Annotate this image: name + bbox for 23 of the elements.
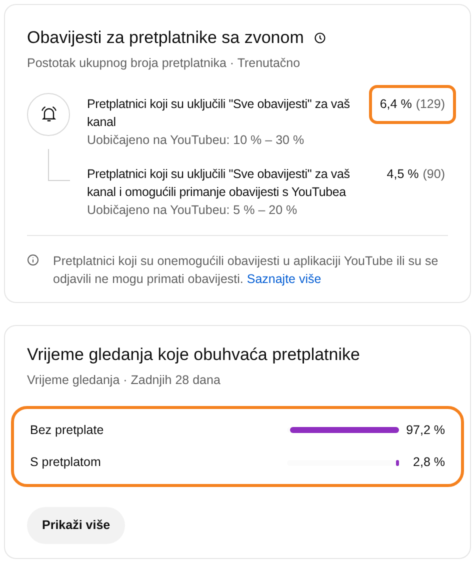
row-label: Pretplatnici koji su uključili "Sve obavijesti" za vaš kanal i omogućili primanje obavijesti s YouTubea	[87, 166, 351, 201]
percent-value: 4,5 %	[386, 166, 419, 183]
clock-icon	[314, 32, 326, 44]
card-title: Vrijeme gledanja koje obuhvaća pretplatnike	[27, 344, 361, 366]
percent-value: 2,8 %	[412, 454, 445, 472]
percent-value: 6,4 %	[380, 96, 412, 113]
card-subtitle: Vrijeme gledanja · Zadnjih 28 dana	[27, 372, 222, 389]
typical-range: Uobičajeno na YouTubeu: 5 % – 20 %	[87, 202, 298, 219]
row-label: Bez pretplate	[30, 422, 105, 439]
row-label: S pretplatom	[30, 454, 102, 472]
card-subtitle: Postotak ukupnog broja pretplatnika · Trenutačno	[27, 55, 302, 72]
row-label: Pretplatnici koji su uključili "Sve obavijesti" za vaš kanal	[87, 96, 351, 131]
info-icon	[27, 254, 39, 266]
info-text: Pretplatnici koji su onemogućili obavijesti u aplikaciji YouTube ili su se odjavili ne mogu primati obavijesti. Saznajte više	[53, 252, 440, 288]
learn-more-link[interactable]: Saznajte više	[246, 272, 322, 286]
count-value: (129)	[416, 96, 445, 113]
tree-connector	[48, 148, 70, 181]
typical-range: Uobičajeno na YouTubeu: 10 % – 30 %	[87, 132, 306, 149]
card-title: Obavijesti za pretplatnike sa zvonom	[27, 27, 304, 49]
show-more-button[interactable]: Prikaži više	[27, 507, 126, 544]
percent-value: 97,2 %	[405, 422, 445, 438]
count-value: (90)	[422, 166, 445, 183]
alarm-bell-icon	[40, 105, 58, 124]
